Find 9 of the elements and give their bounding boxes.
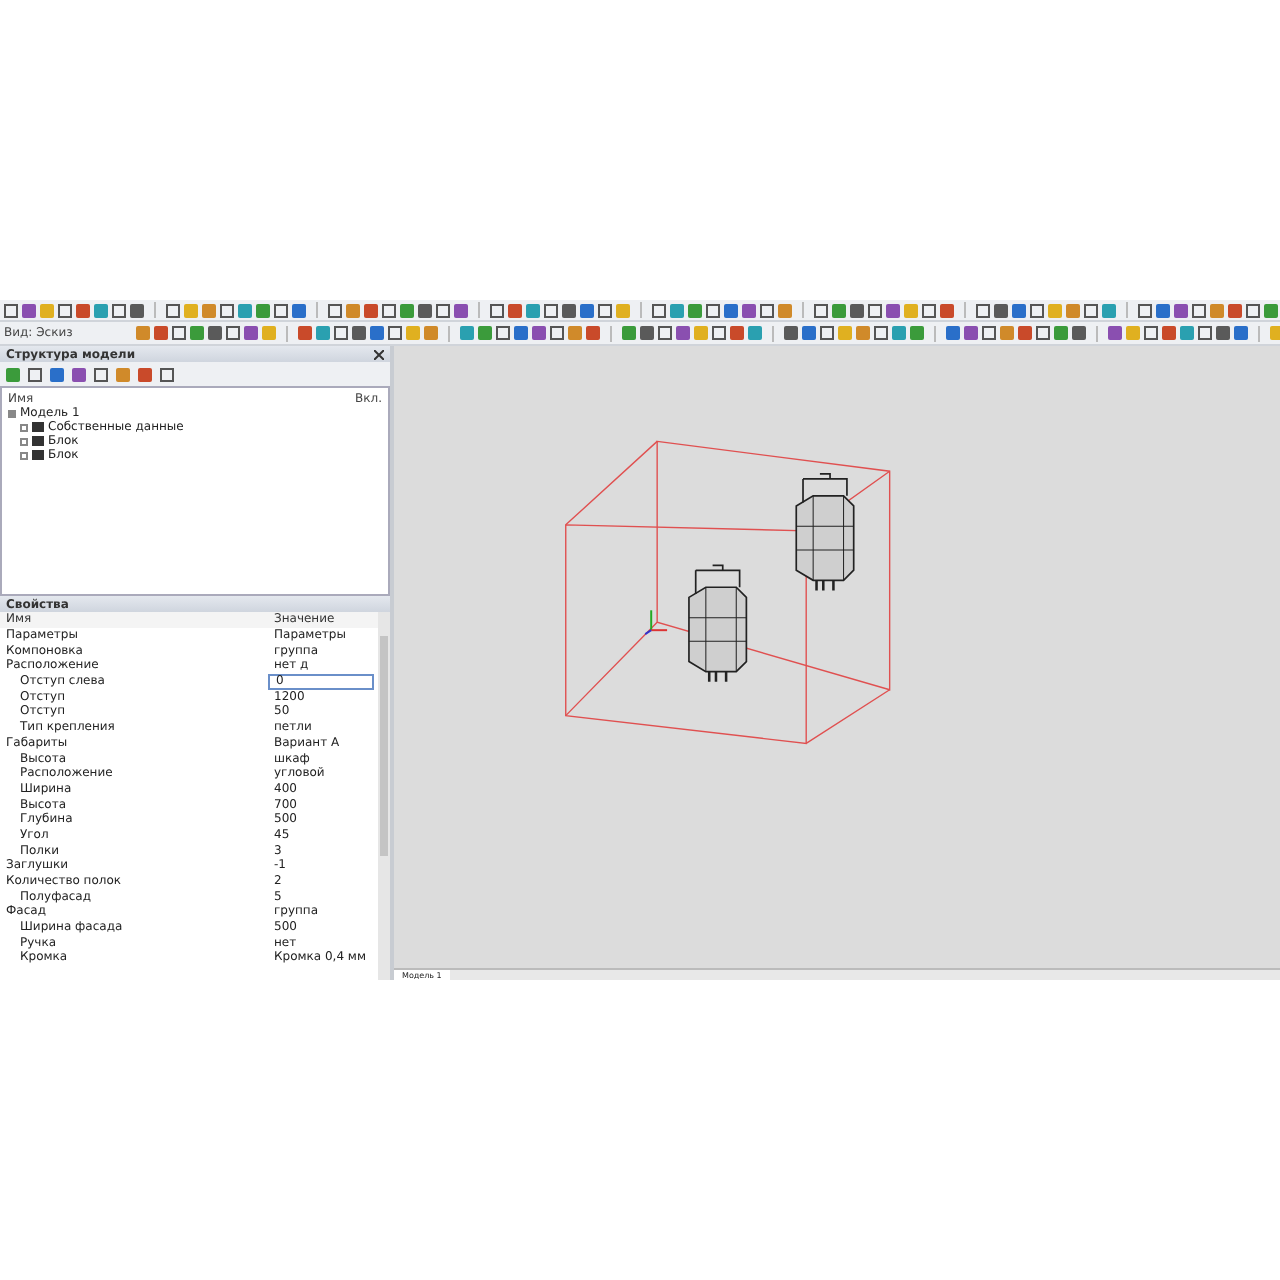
cabinet-drawing (688, 564, 748, 684)
expander-icon[interactable] (20, 423, 28, 431)
cabinet-drawing (795, 473, 855, 592)
expander-icon[interactable] (8, 409, 16, 417)
expander-icon[interactable] (20, 451, 28, 459)
expander-icon[interactable] (20, 437, 28, 445)
scrollbar[interactable] (378, 612, 390, 980)
close-icon[interactable] (374, 349, 384, 359)
axes-icon (644, 609, 669, 636)
